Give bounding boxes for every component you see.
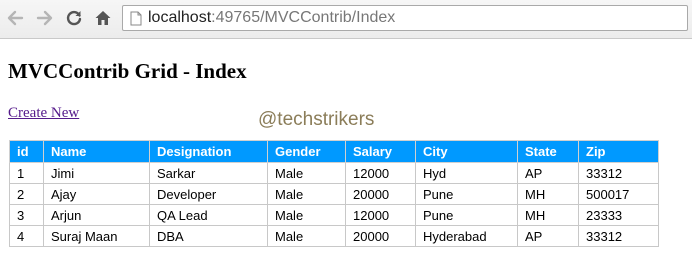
url-path: :49765/MVCContrib/Index [211,9,396,26]
cell-gender: Male [267,183,346,205]
cell-salary: 20000 [345,225,416,247]
cell-zip: 33312 [578,162,659,184]
reload-button[interactable] [63,7,85,29]
cell-city: Pune [415,183,518,205]
table-row: 3 Arjun QA Lead Male 12000 Pune MH 23333 [9,204,659,226]
column-header-id: id [9,140,44,163]
table-row: 4 Suraj Maan DBA Male 20000 Hyderabad AP… [9,225,659,247]
page-icon [130,11,142,26]
reload-icon [66,10,82,26]
cell-designation: Sarkar [149,162,268,184]
address-bar[interactable]: localhost:49765/MVCContrib/Index [122,5,688,31]
cell-name: Arjun [43,204,150,226]
page-title: MVCContrib Grid - Index [8,59,247,83]
cell-salary: 20000 [345,183,416,205]
watermark-text: @techstrikers [258,109,375,130]
cell-state: AP [517,162,579,184]
cell-designation: Developer [149,183,268,205]
cell-salary: 12000 [345,162,416,184]
cell-name: Jimi [43,162,150,184]
cell-id: 1 [9,162,44,184]
column-header-city: City [415,140,518,163]
cell-zip: 23333 [578,204,659,226]
forward-button[interactable] [34,7,56,29]
cell-salary: 12000 [345,204,416,226]
back-button[interactable] [4,7,26,29]
cell-id: 3 [9,204,44,226]
home-icon [95,11,111,25]
column-header-designation: Designation [149,140,268,163]
cell-zip: 500017 [578,183,659,205]
cell-gender: Male [267,225,346,247]
cell-name: Ajay [43,183,150,205]
cell-id: 4 [9,225,44,247]
cell-designation: DBA [149,225,268,247]
cell-city: Hyd [415,162,518,184]
cell-gender: Male [267,204,346,226]
table-row: 2 Ajay Developer Male 20000 Pune MH 5000… [9,183,659,205]
cell-state: MH [517,183,579,205]
data-grid: id Name Designation Gender Salary City S… [9,140,659,247]
cell-city: Pune [415,204,518,226]
cell-zip: 33312 [578,225,659,247]
table-row: 1 Jimi Sarkar Male 12000 Hyd AP 33312 [9,162,659,184]
browser-toolbar: localhost:49765/MVCContrib/Index [0,0,692,39]
column-header-name: Name [43,140,150,163]
column-header-zip: Zip [578,140,659,163]
cell-id: 2 [9,183,44,205]
cell-gender: Male [267,162,346,184]
url-text: localhost:49765/MVCContrib/Index [148,9,395,27]
create-new-link[interactable]: Create New [8,105,79,122]
url-host: localhost [148,9,212,26]
table-header-row: id Name Designation Gender Salary City S… [9,140,659,163]
cell-state: AP [517,225,579,247]
cell-name: Suraj Maan [43,225,150,247]
column-header-state: State [517,140,579,163]
back-arrow-icon [7,10,24,26]
cell-designation: QA Lead [149,204,268,226]
forward-arrow-icon [36,10,53,26]
cell-state: MH [517,204,579,226]
cell-city: Hyderabad [415,225,518,247]
column-header-gender: Gender [267,140,346,163]
column-header-salary: Salary [345,140,416,163]
home-button[interactable] [92,7,114,29]
